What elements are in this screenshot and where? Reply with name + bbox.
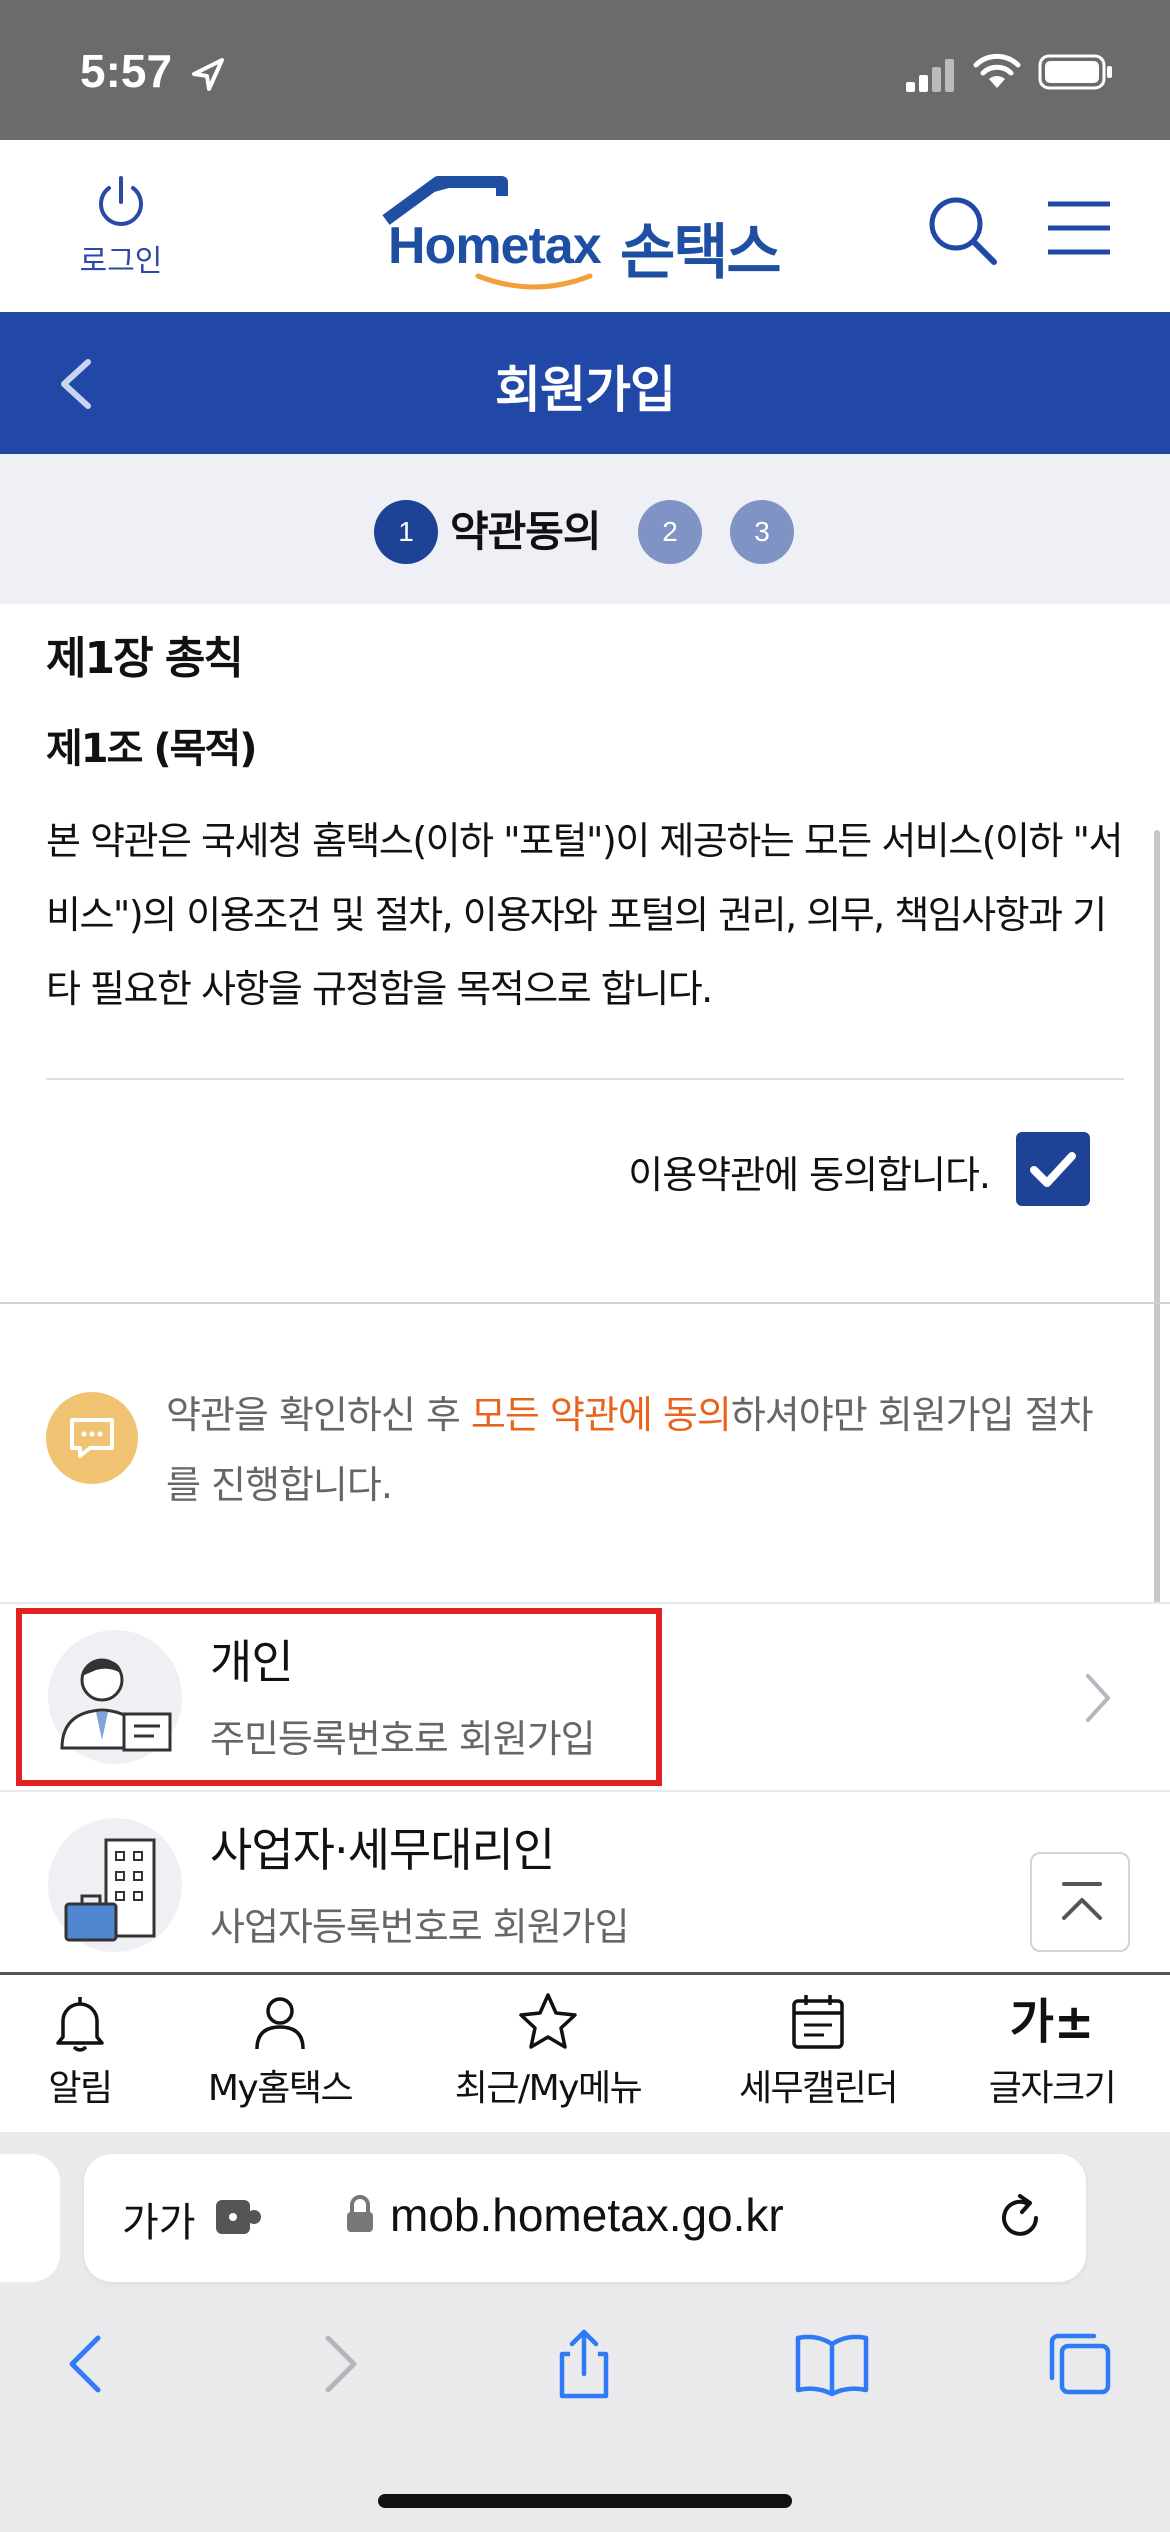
star-icon bbox=[519, 1993, 577, 2049]
forward-arrow-icon[interactable] bbox=[298, 2324, 378, 2404]
business-signup-option[interactable]: 사업자·세무대리인 사업자등록번호로 회원가입 bbox=[0, 1790, 1170, 1978]
notice-text-prefix: 약관을 확인하신 후 bbox=[166, 1393, 471, 1437]
step-1-badge: 1 bbox=[374, 500, 438, 564]
home-indicator bbox=[378, 2494, 792, 2508]
chat-bubble-icon bbox=[46, 1392, 138, 1484]
search-icon[interactable] bbox=[924, 192, 1000, 268]
step-2-badge: 2 bbox=[638, 500, 702, 564]
extension-icon[interactable] bbox=[214, 2194, 264, 2238]
status-bar: 5:57 bbox=[0, 0, 1170, 140]
battery-icon bbox=[1038, 54, 1112, 90]
bottom-navigation: 알림 My홈택스 최근/My메뉴 세무캘린더 가± 글자크기 bbox=[0, 1972, 1170, 2132]
scroll-to-top-button[interactable] bbox=[1030, 1852, 1130, 1952]
nav-tax-calendar[interactable]: 세무캘린더 bbox=[708, 1991, 928, 2111]
share-icon[interactable] bbox=[544, 2324, 624, 2404]
url-text: mob.hometax.go.kr bbox=[390, 2189, 784, 2241]
browser-toolbar: 가가 mob.hometax.go.kr bbox=[0, 2132, 1170, 2532]
terms-section: 제1장 총칙 제1조 (목적) 본 약관은 국세청 홈택스(이하 "포털")이 … bbox=[0, 604, 1170, 1304]
logo-korean-text: 손택스 bbox=[620, 218, 782, 288]
nav-label: 세무캘린더 bbox=[738, 2068, 899, 2109]
previous-tab-preview[interactable] bbox=[0, 2154, 60, 2282]
option-subtitle: 사업자등록번호로 회원가입 bbox=[210, 1905, 630, 1949]
terms-body-text: 본 약관은 국세청 홈택스(이하 "포털")이 제공하는 모든 서비스(이하 "… bbox=[46, 819, 1123, 1011]
back-arrow-icon[interactable] bbox=[48, 2324, 128, 2404]
building-icon bbox=[48, 1818, 182, 1952]
agreement-notice: 약관을 확인하신 후 모든 약관에 동의하셔야만 회원가입 절차를 진행합니다. bbox=[0, 1304, 1170, 1600]
terms-agree-label: 이용약관에 동의합니다. bbox=[628, 1153, 991, 1197]
login-label: 로그인 bbox=[79, 244, 163, 279]
nav-alerts[interactable]: 알림 bbox=[0, 1991, 190, 2111]
nav-my-hometax[interactable]: My홈택스 bbox=[170, 1991, 390, 2111]
notice-message: 약관을 확인하신 후 모든 약관에 동의하셔야만 회원가입 절차를 진행합니다. bbox=[166, 1380, 1126, 1520]
page-title-bar: 회원가입 bbox=[0, 312, 1170, 454]
nav-label: 최근/My메뉴 bbox=[454, 2068, 643, 2109]
step-3-badge: 3 bbox=[730, 500, 794, 564]
status-time: 5:57 bbox=[80, 45, 173, 97]
wifi-icon bbox=[973, 53, 1021, 88]
hometax-logo[interactable]: Hometax 손택스 bbox=[382, 176, 802, 290]
logo-brand-text: Hometax bbox=[388, 217, 602, 275]
nav-label: 글자크기 bbox=[988, 2068, 1117, 2109]
nav-label: My홈택스 bbox=[207, 2068, 354, 2109]
app-header: 로그인 Hometax 손택스 bbox=[0, 140, 1170, 312]
terms-divider bbox=[46, 1078, 1124, 1080]
chevron-right-icon bbox=[1086, 1674, 1110, 1722]
lock-icon bbox=[347, 2195, 373, 2232]
terms-agree-row[interactable]: 이용약관에 동의합니다. bbox=[590, 1132, 1090, 1208]
power-icon bbox=[99, 176, 143, 226]
location-arrow-icon bbox=[192, 58, 224, 91]
bookmarks-icon[interactable] bbox=[792, 2324, 872, 2404]
step-indicator: 1 약관동의 2 3 bbox=[0, 454, 1170, 604]
terms-chapter-heading: 제1장 총칙 bbox=[46, 633, 244, 684]
nav-recent-menu[interactable]: 최근/My메뉴 bbox=[438, 1991, 658, 2111]
terms-article-heading: 제1조 (목적) bbox=[46, 726, 258, 772]
tabs-icon[interactable] bbox=[1040, 2324, 1120, 2404]
arrow-up-to-top-icon bbox=[1062, 1882, 1102, 1920]
page-title: 회원가입 bbox=[495, 361, 676, 419]
reload-icon[interactable] bbox=[992, 2190, 1048, 2246]
address-bar[interactable]: 가가 mob.hometax.go.kr bbox=[84, 2154, 1086, 2282]
option-title: 사업자·세무대리인 bbox=[210, 1823, 555, 1877]
login-button[interactable]: 로그인 bbox=[68, 174, 174, 280]
selection-highlight-box bbox=[16, 1608, 662, 1786]
notice-text-highlight: 모든 약관에 동의 bbox=[470, 1393, 732, 1437]
terms-agree-checkbox[interactable] bbox=[1016, 1132, 1090, 1206]
calendar-icon bbox=[792, 1995, 844, 2049]
bell-icon bbox=[56, 1997, 104, 2052]
nav-label: 알림 bbox=[48, 2068, 113, 2109]
logo-smile-icon bbox=[475, 273, 593, 290]
cellular-signal-icon bbox=[906, 59, 954, 92]
checkmark-icon bbox=[1030, 1152, 1076, 1187]
text-size-button[interactable]: 가가 bbox=[122, 2190, 196, 2248]
font-size-icon: 가± bbox=[1009, 1994, 1095, 2050]
step-1-label: 약관동의 bbox=[450, 507, 602, 556]
hamburger-menu-icon[interactable] bbox=[1046, 198, 1112, 258]
nav-font-size[interactable]: 가± 글자크기 bbox=[942, 1991, 1162, 2111]
user-icon bbox=[255, 1997, 305, 2050]
